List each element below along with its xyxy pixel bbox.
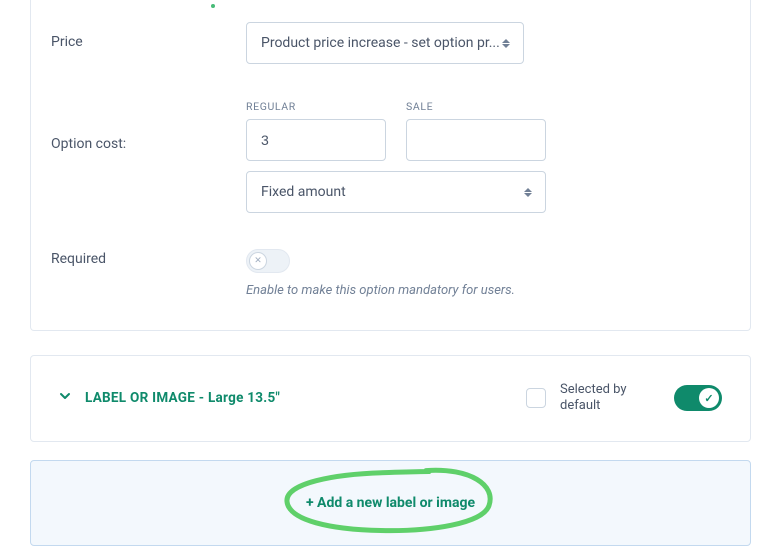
sale-cost-input[interactable] bbox=[406, 119, 546, 161]
accordion-title: LABEL OR IMAGE - Large 13.5" bbox=[85, 390, 280, 406]
required-label: Required bbox=[51, 249, 246, 267]
change-indicator-dot bbox=[211, 4, 215, 8]
check-icon bbox=[699, 388, 719, 408]
sale-sublabel: SALE bbox=[406, 100, 546, 113]
chevron-updown-icon bbox=[499, 36, 513, 50]
row-enabled-toggle[interactable] bbox=[674, 385, 722, 411]
add-label-or-image-button[interactable]: + Add a new label or image bbox=[306, 495, 475, 511]
close-icon bbox=[249, 252, 267, 270]
selected-by-default-checkbox[interactable] bbox=[526, 388, 546, 408]
required-help-text: Enable to make this option mandatory for… bbox=[246, 283, 546, 298]
chevron-updown-icon bbox=[521, 185, 535, 199]
accordion-title-suffix: - Large 13.5" bbox=[195, 390, 280, 406]
chevron-down-icon bbox=[59, 390, 71, 406]
option-row-accordion[interactable]: LABEL OR IMAGE - Large 13.5" Selected by… bbox=[30, 355, 751, 442]
price-label: Price bbox=[51, 22, 246, 50]
required-toggle[interactable] bbox=[246, 249, 290, 273]
cost-mode-value: Fixed amount bbox=[261, 184, 346, 200]
selected-by-default-label: Selected by default bbox=[560, 382, 660, 415]
option-cost-label: Option cost: bbox=[51, 100, 246, 152]
option-settings-panel: Price Product price increase - set optio… bbox=[30, 0, 751, 331]
accordion-title-prefix: LABEL OR IMAGE bbox=[85, 390, 195, 406]
regular-cost-input[interactable] bbox=[246, 119, 386, 161]
regular-sublabel: REGULAR bbox=[246, 100, 386, 113]
price-select[interactable]: Product price increase - set option pr..… bbox=[246, 22, 524, 64]
cost-mode-select[interactable]: Fixed amount bbox=[246, 171, 546, 213]
add-option-panel: + Add a new label or image bbox=[30, 460, 751, 546]
price-select-value: Product price increase - set option pr..… bbox=[261, 35, 500, 51]
